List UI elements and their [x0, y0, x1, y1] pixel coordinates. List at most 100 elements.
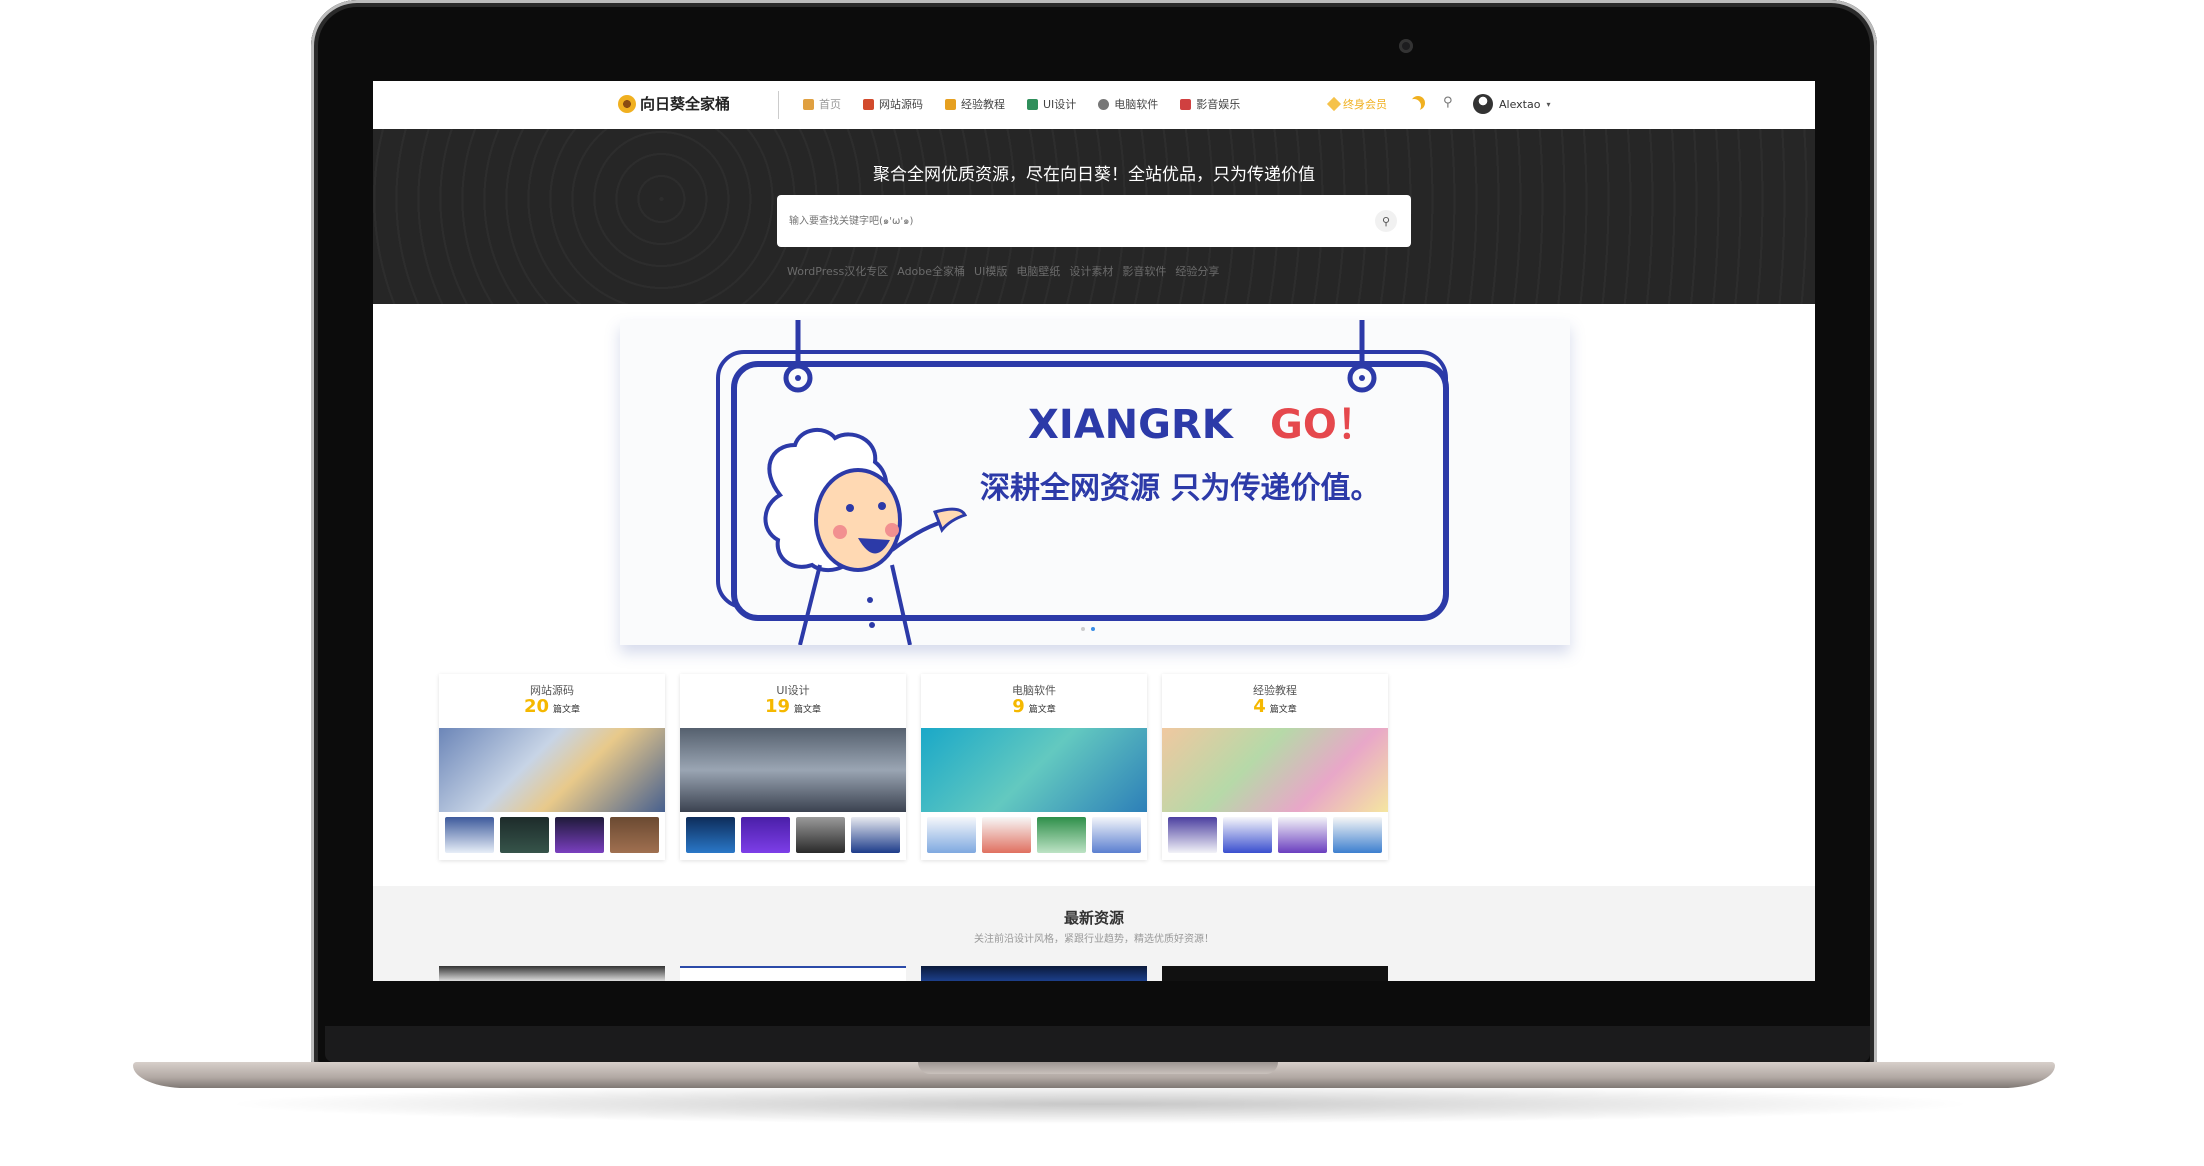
hot-tag[interactable]: Adobe全家桶 [897, 263, 965, 279]
thumbnail-row [445, 817, 659, 853]
category-count: 4 篇文章 [1162, 696, 1388, 717]
count-unit: 篇文章 [1028, 705, 1056, 715]
thumbnail[interactable] [610, 817, 659, 853]
hero-title: 聚合全网优质资源，尽在向日葵！全站优品，只为传递价值 [873, 165, 1315, 185]
vip-label: 终身会员 [1343, 98, 1387, 111]
user-menu[interactable]: Alextao ▾ [1473, 94, 1550, 114]
latest-item-thumbnail[interactable] [1162, 966, 1388, 981]
latest-item-thumbnail[interactable] [439, 966, 665, 981]
category-cover-image [680, 728, 906, 812]
thumbnail[interactable] [1278, 817, 1327, 853]
thumbnail[interactable] [1333, 817, 1382, 853]
caret-down-icon: ▾ [1546, 99, 1551, 109]
hot-tag[interactable]: 设计素材 [1069, 263, 1113, 279]
thumbnail[interactable] [500, 817, 549, 853]
diamond-icon [1326, 96, 1342, 112]
nav-item-ui-design[interactable]: UI设计 [1027, 96, 1076, 112]
nav-label: 网站源码 [879, 98, 923, 111]
thumbnail[interactable] [1168, 817, 1217, 853]
thumbnail[interactable] [1223, 817, 1272, 853]
nav-item-media[interactable]: 影音娱乐 [1180, 96, 1240, 112]
hot-tag[interactable]: 电脑壁纸 [1016, 263, 1060, 279]
avatar [1473, 94, 1493, 114]
sunflower-icon [618, 94, 636, 113]
thumbnail[interactable] [796, 817, 845, 853]
slider-dot[interactable] [1081, 627, 1085, 631]
thumbnail-row [686, 817, 900, 853]
nav-label: 电脑软件 [1114, 98, 1159, 111]
nav-item-source-code[interactable]: 网站源码 [863, 96, 923, 112]
search-submit-icon[interactable]: ⚲ [1375, 210, 1397, 232]
thumbnail[interactable] [741, 817, 790, 853]
site-header: 向日葵全家桶 首页 网站源码 经验教程 UI设计 电脑软件 影音娱乐 终身会员 … [373, 81, 1815, 130]
thumbnail[interactable] [927, 817, 976, 853]
category-card-tutorials[interactable]: 经验教程 4 篇文章 [1162, 674, 1388, 860]
category-card-source-code[interactable]: 网站源码 20 篇文章 [439, 674, 665, 860]
hero-search-box: ⚲ [777, 195, 1411, 247]
thumbnail[interactable] [555, 817, 604, 853]
category-card-ui-design[interactable]: UI设计 19 篇文章 [680, 674, 906, 860]
username: Alextao [1499, 97, 1541, 111]
category-cover-image [439, 728, 665, 812]
nav-label: 影音娱乐 [1196, 98, 1241, 111]
nav-item-home[interactable]: 首页 [803, 96, 841, 112]
category-cover-image [921, 728, 1147, 812]
thumbnail-row [927, 817, 1141, 853]
count-unit: 篇文章 [794, 705, 822, 715]
count-number: 9 [1012, 696, 1025, 717]
slider-dots [1081, 627, 1095, 631]
thumbnail[interactable] [1092, 817, 1141, 853]
nav-item-tutorials[interactable]: 经验教程 [945, 96, 1005, 112]
category-count: 9 篇文章 [921, 696, 1147, 717]
laptop-shadow [220, 1084, 1980, 1124]
category-count: 20 篇文章 [439, 696, 665, 717]
logo-text: 向日葵全家桶 [640, 95, 731, 113]
banner-illustration: XIANGRK GO！ 深耕全网资源 只为传递价值。 [716, 320, 1449, 645]
main-nav: 首页 网站源码 经验教程 UI设计 电脑软件 影音娱乐 [803, 96, 1240, 112]
category-cover-image [1162, 728, 1388, 812]
hot-tag[interactable]: UI模版 [974, 263, 1007, 279]
home-icon [803, 98, 814, 110]
thumbnail[interactable] [686, 817, 735, 853]
vip-link[interactable]: 终身会员 [1326, 96, 1387, 112]
code-icon [863, 98, 874, 110]
count-unit: 篇文章 [1269, 705, 1297, 715]
thumbnail[interactable] [982, 817, 1031, 853]
count-unit: 篇文章 [553, 705, 581, 715]
nav-label: 首页 [819, 98, 841, 111]
hot-tag[interactable]: 影音软件 [1122, 263, 1166, 279]
site-logo[interactable]: 向日葵全家桶 [618, 93, 730, 114]
gear-icon [1098, 98, 1110, 110]
hot-tag[interactable]: WordPress汉化专区 [787, 263, 888, 279]
nav-label: 经验教程 [961, 98, 1005, 111]
count-number: 4 [1253, 696, 1266, 717]
moon-icon[interactable] [1411, 96, 1425, 110]
thumbnail[interactable] [851, 817, 900, 853]
thumbnail[interactable] [445, 817, 494, 853]
thumbnail[interactable] [1037, 817, 1086, 853]
hot-tag[interactable]: 经验分享 [1175, 263, 1219, 279]
latest-section: 最新资源 关注前沿设计风格，紧跟行业趋势，精选优质好资源！ [373, 886, 1815, 981]
latest-item-thumbnail[interactable] [921, 966, 1147, 981]
hero-section: 聚合全网优质资源，尽在向日葵！全站优品，只为传递价值 ⚲ WordPress汉化… [373, 129, 1815, 304]
search-icon[interactable]: ⚲ [1443, 95, 1458, 110]
count-number: 19 [764, 696, 791, 717]
latest-subtitle: 关注前沿设计风格，紧跟行业趋势，精选优质好资源！ [974, 934, 1214, 945]
category-count: 19 篇文章 [680, 696, 906, 717]
latest-item-thumbnail[interactable] [680, 966, 906, 981]
nav-item-software[interactable]: 电脑软件 [1098, 96, 1158, 112]
camera [1399, 39, 1413, 53]
hot-tags: WordPress汉化专区 Adobe全家桶 UI模版 电脑壁纸 设计素材 影音… [787, 263, 1219, 279]
count-number: 20 [523, 696, 550, 717]
laptop-chin [325, 1026, 1870, 1062]
header-divider [778, 91, 779, 119]
latest-title: 最新资源 [1063, 909, 1124, 927]
category-card-software[interactable]: 电脑软件 9 篇文章 [921, 674, 1147, 860]
banner-slider[interactable]: XIANGRK GO！ 深耕全网资源 只为传递价值。 [620, 320, 1570, 645]
banner-headline-a: XIANGRK [1028, 402, 1235, 448]
slider-dot-active[interactable] [1091, 627, 1095, 631]
laptop-notch [918, 1062, 1278, 1074]
car-icon [1180, 98, 1192, 110]
book-icon [945, 98, 956, 110]
search-input[interactable] [787, 200, 1375, 242]
